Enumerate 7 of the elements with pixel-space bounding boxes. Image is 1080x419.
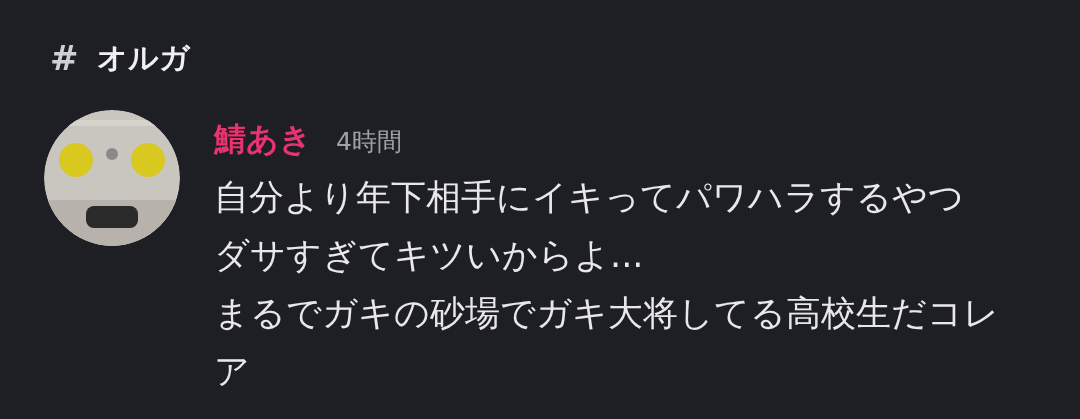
- message-line: 自分より年下相手にイキってパワハラするやつ: [214, 176, 965, 219]
- message-line: ダサすぎてキツいからよ...: [214, 234, 645, 277]
- message-line: まるでガキの砂場でガキ大将してる高校生だコレア: [214, 292, 1000, 393]
- timestamp: 4時間: [336, 126, 402, 158]
- author-name[interactable]: 鯖あき: [214, 118, 312, 162]
- channel-name: オルガ: [96, 38, 190, 77]
- channel-hash: #: [50, 38, 79, 78]
